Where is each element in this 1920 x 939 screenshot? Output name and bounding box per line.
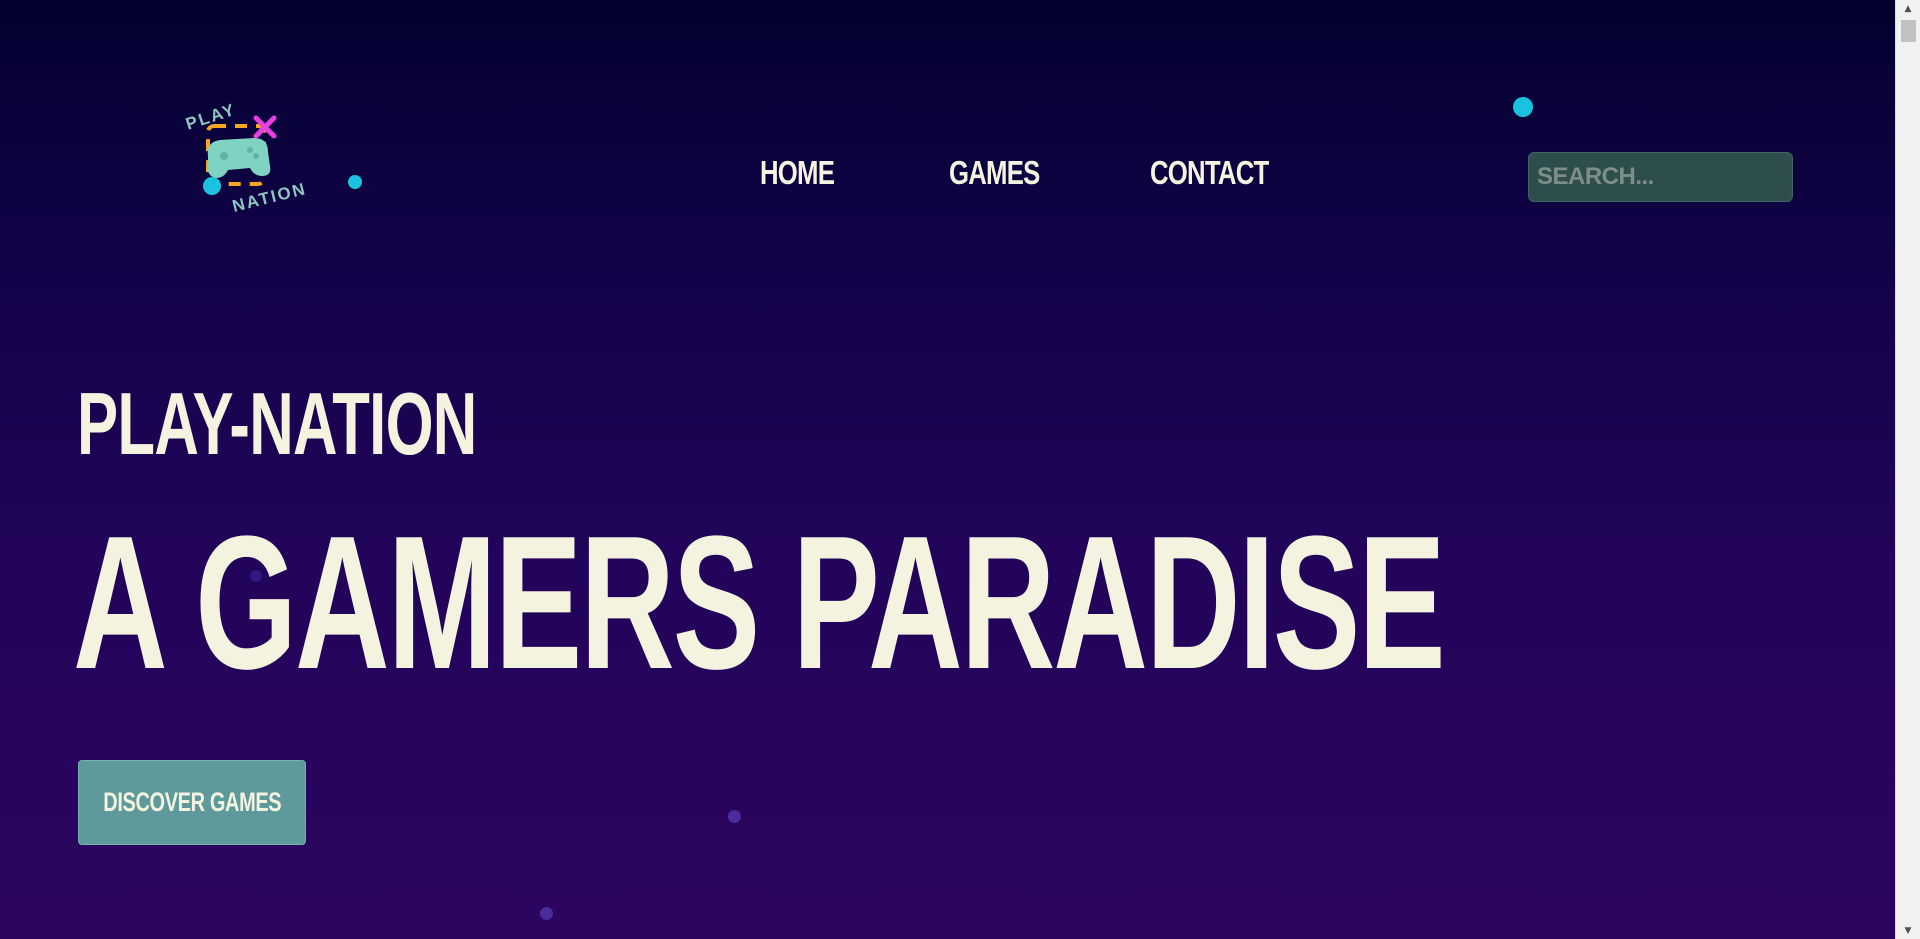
scrollbar-thumb[interactable] <box>1901 20 1916 42</box>
page: PLAY NATION HOME GAMES CONTACT PLAY-NATI… <box>0 0 1920 939</box>
search-input[interactable] <box>1528 152 1793 202</box>
nav-games-link[interactable]: GAMES <box>949 154 1040 192</box>
viewport: PLAY NATION HOME GAMES CONTACT PLAY-NATI… <box>0 0 1895 939</box>
particle-dot <box>728 810 741 823</box>
particle-dot <box>540 907 553 920</box>
hero-subtitle: PLAY-NATION <box>77 374 477 473</box>
vertical-scrollbar[interactable]: ▲ ▼ <box>1895 0 1920 939</box>
hero-title: A GAMERS PARADISE <box>73 497 1446 709</box>
particle-dot <box>348 175 362 189</box>
logo-bottom-text: NATION <box>230 179 308 216</box>
gamepad-icon: PLAY NATION <box>183 100 308 216</box>
site-logo[interactable]: PLAY NATION <box>182 98 312 218</box>
nav-contact-link[interactable]: CONTACT <box>1150 154 1269 192</box>
discover-games-button[interactable]: DISCOVER GAMES <box>78 760 306 845</box>
chevron-up-icon[interactable]: ▲ <box>1896 0 1920 17</box>
chevron-down-icon[interactable]: ▼ <box>1896 922 1920 939</box>
discover-games-label: DISCOVER GAMES <box>103 787 282 817</box>
nav-home-link[interactable]: HOME <box>760 154 835 192</box>
particle-dot <box>1513 97 1533 117</box>
